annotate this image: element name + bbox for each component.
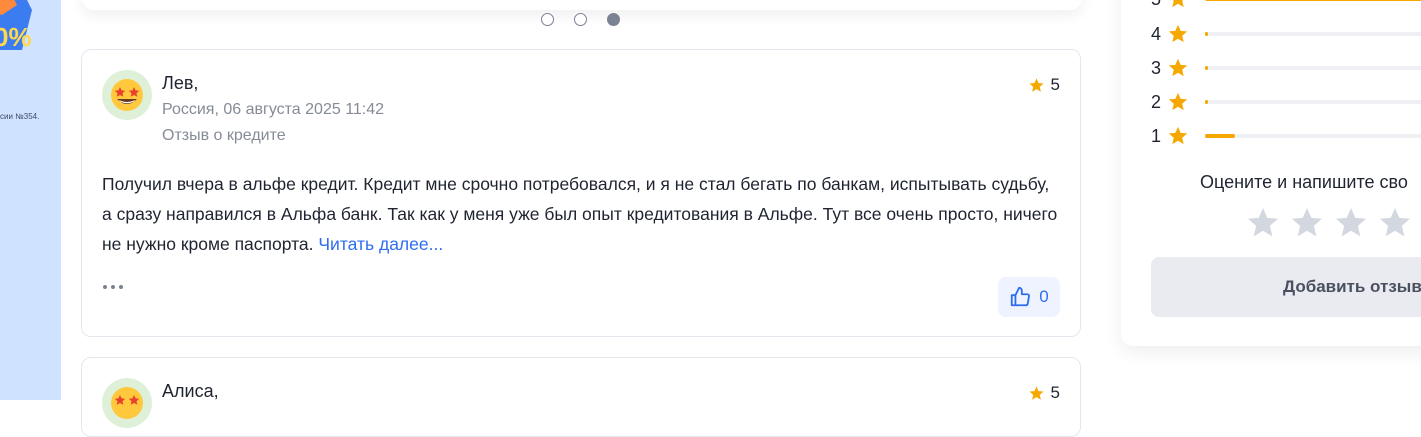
star-struck-emoji-icon xyxy=(111,387,143,419)
avatar xyxy=(102,70,152,120)
promo-percent-icon: 0% xyxy=(0,0,32,52)
more-dots-icon xyxy=(119,285,123,289)
more-dots-icon xyxy=(111,285,115,289)
star-rating-input xyxy=(1245,205,1413,241)
promo-banner[interactable]: 0% сии №354. xyxy=(0,0,61,400)
star-icon xyxy=(1028,77,1044,92)
avatar xyxy=(102,378,152,428)
rating-bar xyxy=(1205,134,1421,138)
review-author: Лев, xyxy=(162,73,199,93)
rating-row-label: 4 xyxy=(1151,23,1162,44)
rating-bar-fill xyxy=(1205,32,1208,36)
star-icon xyxy=(1028,385,1044,400)
rating-bar-fill xyxy=(1205,134,1235,138)
rating-row-3[interactable]: 3 xyxy=(1151,56,1421,80)
star-icon xyxy=(1168,58,1188,77)
like-count: 0 xyxy=(1039,287,1049,306)
rating-row-2[interactable]: 2 xyxy=(1151,90,1421,114)
rating-bar xyxy=(1205,0,1421,1)
like-button[interactable]: 0 xyxy=(998,277,1060,317)
review-card: Алиса, 5 xyxy=(81,357,1081,437)
star-icon xyxy=(1168,24,1188,43)
slider-dot-1[interactable] xyxy=(541,13,554,26)
thumbs-up-icon xyxy=(1011,286,1031,307)
star-icon xyxy=(1172,0,1184,8)
read-more-link[interactable]: Читать далее... xyxy=(318,234,443,254)
empty-star-icon[interactable] xyxy=(1377,205,1413,241)
rating-row-label: 3 xyxy=(1151,57,1162,78)
rating-row-1[interactable]: 1 xyxy=(1151,124,1421,148)
review-rating-value: 5 xyxy=(1050,383,1060,402)
rating-row-label: 5 xyxy=(1151,0,1165,10)
review-author: Алиса, xyxy=(162,381,219,401)
rating-bar xyxy=(1205,32,1421,36)
review-rating-value: 5 xyxy=(1050,75,1060,94)
rating-bar xyxy=(1205,66,1421,70)
star-icon xyxy=(1168,126,1188,145)
empty-star-icon[interactable] xyxy=(1333,205,1369,241)
slider-pagination xyxy=(541,13,620,26)
add-review-button[interactable]: Добавить отзыв xyxy=(1151,257,1421,317)
rating-bar-fill xyxy=(1205,66,1208,70)
rating-summary-panel: 5 4 3 2 1 Оцените и напишите сво Добавить от… xyxy=(1121,0,1421,346)
rating-row-label: 1 xyxy=(1151,125,1162,146)
slider-dot-2[interactable] xyxy=(574,13,587,26)
review-type: Отзыв о кредите xyxy=(162,127,286,144)
review-slider xyxy=(82,0,1082,10)
rating-row-5[interactable]: 5 xyxy=(1151,0,1421,11)
star-struck-emoji-icon xyxy=(111,79,143,111)
review-rating: 5 xyxy=(1028,383,1060,403)
rating-bar xyxy=(1205,100,1421,104)
empty-star-icon[interactable] xyxy=(1289,205,1325,241)
promo-fine-print: сии №354. xyxy=(0,112,40,121)
rating-row-4[interactable]: 4 xyxy=(1151,22,1421,46)
rating-row-label: 2 xyxy=(1151,91,1162,112)
more-dots-icon xyxy=(103,285,107,289)
review-text: Получил вчера в альфе кредит. Кредит мне… xyxy=(102,169,1062,259)
review-rating: 5 xyxy=(1028,75,1060,95)
rating-bar-fill xyxy=(1205,0,1421,1)
svg-text:0%: 0% xyxy=(0,22,32,52)
star-icon xyxy=(1168,92,1188,111)
rating-bar-fill xyxy=(1205,100,1208,104)
review-body: Получил вчера в альфе кредит. Кредит мне… xyxy=(102,174,1058,254)
empty-star-icon[interactable] xyxy=(1245,205,1281,241)
review-location-date: Россия, 06 августа 2025 11:42 xyxy=(162,101,385,118)
more-options-button[interactable] xyxy=(103,285,123,289)
review-card: Лев, Россия, 06 августа 2025 11:42 Отзыв… xyxy=(81,49,1081,337)
invite-text: Оцените и напишите сво xyxy=(1200,172,1408,192)
slider-dot-3[interactable] xyxy=(607,13,620,26)
